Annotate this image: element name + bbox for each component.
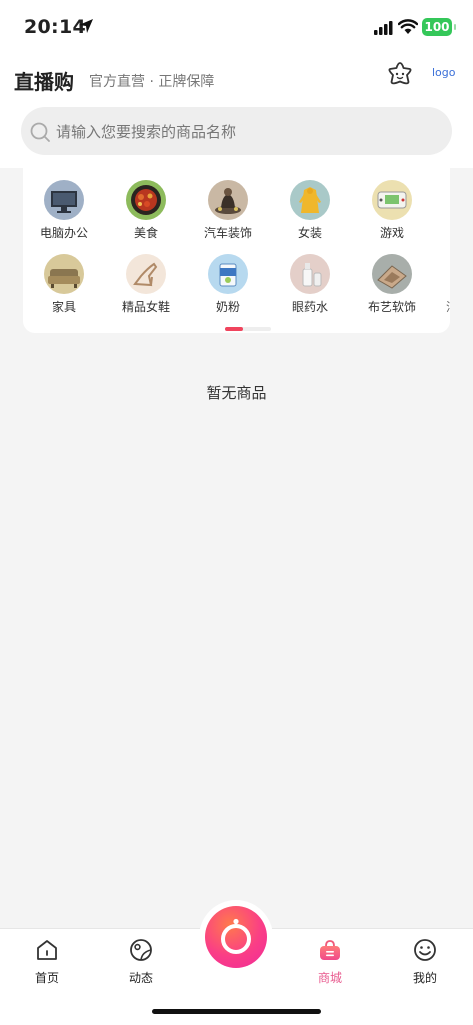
womens-shoes-icon [126, 254, 166, 294]
empty-state-text: 暂无商品 [206, 384, 267, 402]
tab-label: 首页 [34, 971, 59, 985]
category-item[interactable]: 电脑办公 [23, 180, 105, 241]
camera-icon [205, 906, 267, 968]
category-item[interactable]: 眼药水 [269, 254, 351, 315]
wifi-icon [398, 19, 418, 34]
tab-label: 我的 [412, 971, 437, 985]
logo-link[interactable]: logo [432, 66, 456, 79]
category-pager-active [225, 327, 243, 331]
category-label: 游戏 [379, 226, 404, 240]
profile-icon [414, 939, 436, 961]
status-bar: 20:14 100 [0, 0, 473, 56]
category-label: 眼药水 [291, 300, 328, 314]
tab-label: 动态 [128, 971, 153, 985]
category-label: 家具 [51, 300, 76, 314]
tab-moments[interactable]: 动态 [109, 937, 173, 986]
category-item[interactable]: 美食 [105, 180, 187, 241]
cellular-signal-icon [374, 21, 393, 35]
shop-bag-icon [320, 940, 340, 960]
fabric-decor-icon [372, 254, 412, 294]
category-label: 布艺软饰 [367, 300, 416, 314]
center-camera-button[interactable] [199, 900, 273, 974]
category-overflow-label: 洁 [446, 298, 450, 315]
tab-home[interactable]: 首页 [15, 937, 79, 986]
moments-icon [130, 939, 152, 961]
tab-shop[interactable]: 商城 [298, 937, 362, 986]
home-icon [37, 940, 57, 960]
category-item[interactable]: 布艺软饰 [351, 254, 433, 315]
game-console-icon [372, 180, 412, 220]
category-label: 精品女鞋 [121, 300, 170, 314]
category-item[interactable]: 家具 [23, 254, 105, 315]
category-item[interactable]: 精品女鞋 [105, 254, 187, 315]
milk-powder-icon [208, 254, 248, 294]
category-label: 美食 [133, 226, 158, 240]
page-subtitle: 官方直营 · 正牌保障 [89, 74, 215, 90]
category-label: 汽车装饰 [203, 226, 252, 240]
category-item[interactable]: 奶粉 [187, 254, 269, 315]
category-item[interactable]: 游戏 [351, 180, 433, 241]
search-icon [30, 122, 50, 142]
battery-indicator: 100 [422, 18, 456, 36]
page-title: 直播购 [14, 70, 74, 94]
category-item[interactable]: 女装 [269, 180, 351, 241]
star-face-icon[interactable] [386, 60, 414, 88]
computer-icon [44, 180, 84, 220]
category-item[interactable]: 汽车装饰 [187, 180, 269, 241]
category-grid: 电脑办公 美食 汽车装饰 女装 游戏 家具 精品女鞋 奶粉 眼药水 布艺软饰 [23, 168, 450, 333]
car-decor-icon [208, 180, 248, 220]
tab-label: 商城 [317, 971, 342, 985]
location-arrow-icon [79, 19, 93, 33]
category-label: 女装 [297, 226, 322, 240]
eye-drops-icon [290, 254, 330, 294]
home-indicator [152, 1009, 321, 1014]
food-icon [126, 180, 166, 220]
category-label: 电脑办公 [39, 226, 88, 240]
search-placeholder: 请输入您要搜索的商品名称 [56, 123, 237, 141]
womens-clothing-icon [290, 180, 330, 220]
category-pager [225, 327, 271, 331]
tab-profile[interactable]: 我的 [393, 937, 457, 986]
search-input[interactable]: 请输入您要搜索的商品名称 [21, 107, 452, 155]
furniture-icon [44, 254, 84, 294]
category-label: 奶粉 [215, 300, 240, 314]
status-time: 20:14 [24, 16, 86, 38]
